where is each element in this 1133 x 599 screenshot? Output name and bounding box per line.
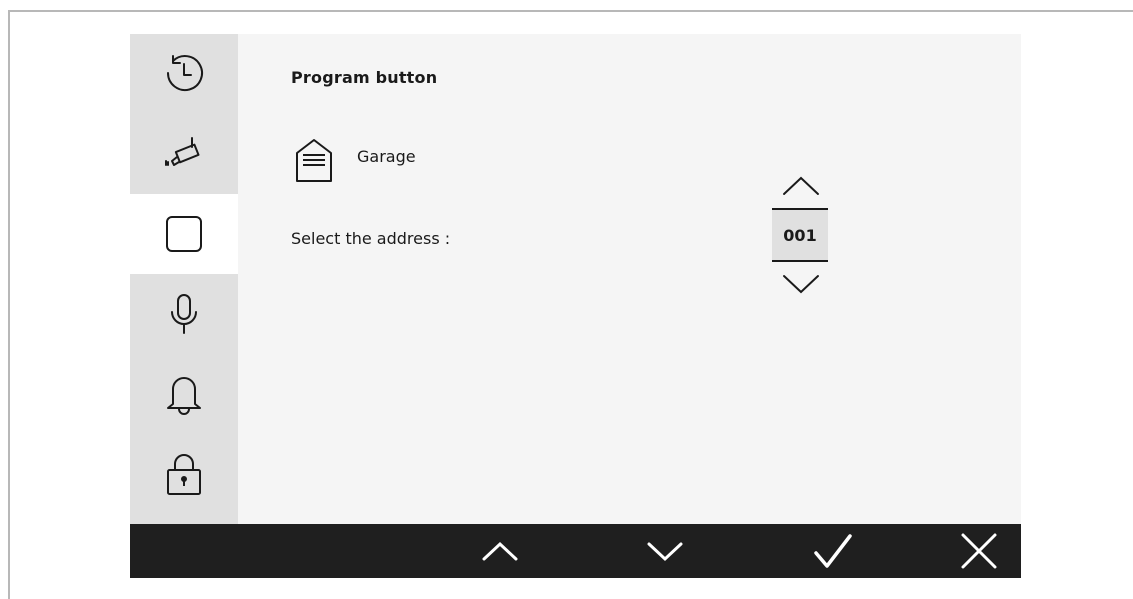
cancel-button[interactable] — [944, 524, 1014, 578]
history-icon — [167, 55, 203, 92]
chevron-down-icon — [647, 542, 683, 562]
sidebar-item-button[interactable] — [130, 194, 238, 274]
navigate-down-button[interactable] — [630, 524, 700, 578]
garage-icon — [296, 139, 332, 182]
address-increment-button[interactable] — [774, 168, 828, 204]
bottom-toolbar — [130, 524, 1021, 578]
page-title: Program button — [291, 68, 438, 87]
button-square-icon — [166, 216, 202, 252]
navigate-up-button[interactable] — [465, 524, 535, 578]
microphone-icon — [171, 294, 197, 334]
intercom-screen: Program button Garage Select the address… — [130, 34, 1021, 578]
sidebar-item-history[interactable] — [130, 34, 238, 114]
bell-icon — [167, 377, 201, 415]
sidebar — [130, 34, 238, 524]
close-icon — [961, 533, 997, 569]
confirm-button[interactable] — [798, 524, 868, 578]
device-label: Garage — [357, 147, 416, 166]
chevron-up-icon — [783, 176, 819, 195]
camera-icon — [165, 137, 200, 166]
lock-icon — [167, 454, 201, 495]
sidebar-item-camera[interactable] — [130, 114, 238, 194]
address-value: 001 — [772, 208, 828, 262]
address-decrement-button[interactable] — [774, 266, 828, 302]
chevron-up-icon — [482, 541, 518, 561]
chevron-down-icon — [783, 275, 819, 294]
sidebar-item-bell[interactable] — [130, 354, 238, 434]
sidebar-item-lock[interactable] — [130, 434, 238, 514]
main-content: Program button Garage Select the address… — [238, 34, 1021, 524]
sidebar-item-microphone[interactable] — [130, 274, 238, 354]
address-label: Select the address : — [291, 229, 451, 248]
check-icon — [814, 534, 852, 568]
